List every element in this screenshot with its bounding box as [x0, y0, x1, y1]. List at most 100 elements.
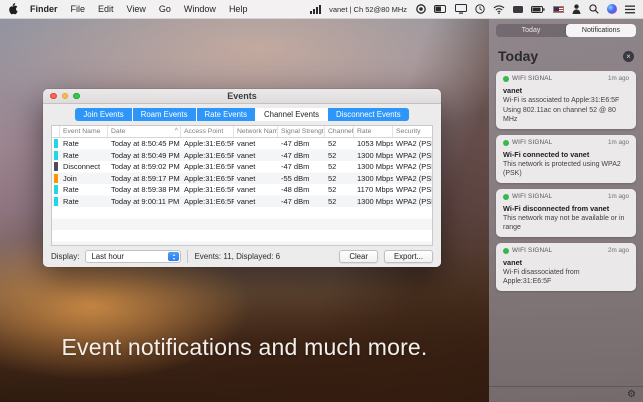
export-button[interactable]: Export... — [384, 250, 433, 263]
header-signal-strength[interactable]: Signal Strength — [278, 126, 325, 137]
wifi-signal-app-icon — [503, 76, 509, 82]
cell-network-name: vanet — [234, 162, 278, 171]
header-channel[interactable]: Channel — [325, 126, 354, 137]
header-access-point[interactable]: Access Point — [181, 126, 234, 137]
apple-menu[interactable] — [8, 3, 18, 15]
search-icon[interactable] — [589, 4, 599, 14]
tab-notifications[interactable]: Notifications — [566, 24, 636, 37]
popup-stepper-icon: ▲▼ — [168, 252, 179, 261]
minimize-button[interactable] — [62, 93, 69, 100]
notification-center-footer: ⚙ — [489, 386, 643, 402]
wifi-status-text[interactable]: vanet | Ch 52@80 MHz — [329, 5, 407, 14]
app-rect-icon[interactable] — [513, 6, 523, 13]
tab-join-events[interactable]: Join Events — [75, 108, 132, 121]
cell-security: WPA2 (PSK) — [393, 174, 432, 183]
menu-item-go[interactable]: Go — [159, 4, 171, 14]
header-rate[interactable]: Rate — [354, 126, 393, 137]
table-body: Rate Today at 8:50:45 PM Apple:31:E6:5F … — [52, 138, 432, 245]
header-security[interactable]: Security — [393, 126, 432, 137]
us-flag-icon[interactable] — [553, 6, 564, 13]
notification-center-icon[interactable] — [625, 5, 635, 14]
zoom-button[interactable] — [73, 93, 80, 100]
siri-icon[interactable] — [607, 4, 617, 14]
cell-rate: 1300 Mbps — [354, 151, 393, 160]
cell-access-point: Apple:31:E6:5F — [181, 162, 234, 171]
window-titlebar[interactable]: Events — [43, 89, 441, 104]
cell-network-name: vanet — [234, 197, 278, 206]
desktop-wallpaper: Finder File Edit View Go Window Help van… — [0, 0, 643, 402]
event-color-tag — [54, 197, 58, 206]
cell-event-name: Disconnect — [60, 162, 108, 171]
wifi-signal-app-icon — [503, 248, 509, 254]
clock-icon[interactable] — [475, 4, 485, 14]
notification-app-name: WIFI SIGNAL — [512, 75, 552, 82]
settings-gear-icon[interactable]: ⚙ — [627, 390, 636, 400]
cell-signal-strength: -55 dBm — [278, 174, 325, 183]
event-color-tag — [54, 151, 58, 160]
header-date[interactable]: Date^ — [108, 126, 181, 137]
header-event-name[interactable]: Event Name — [60, 126, 108, 137]
cell-network-name: vanet — [234, 151, 278, 160]
menu-item-window[interactable]: Window — [184, 4, 216, 14]
cell-event-name: Rate — [60, 151, 108, 160]
cell-rate: 1300 Mbps — [354, 197, 393, 206]
user-icon[interactable] — [572, 4, 581, 14]
tab-roam-events[interactable]: Roam Events — [133, 108, 197, 121]
cell-channel: 52 — [325, 174, 354, 183]
record-icon[interactable] — [416, 4, 426, 14]
table-row[interactable]: Rate Today at 8:50:45 PM Apple:31:E6:5F … — [52, 138, 432, 150]
cell-channel: 52 — [325, 139, 354, 148]
cell-channel: 52 — [325, 185, 354, 194]
tab-channel-events[interactable]: Channel Events — [256, 108, 328, 121]
cell-access-point: Apple:31:E6:5F — [181, 197, 234, 206]
cell-event-name: Join — [60, 174, 108, 183]
clear-button[interactable]: Clear — [339, 250, 378, 263]
notification-card[interactable]: WIFI SIGNAL 1m ago Wi-Fi connected to va… — [496, 135, 636, 183]
cell-event-name: Rate — [60, 197, 108, 206]
close-button[interactable] — [50, 93, 57, 100]
table-row[interactable]: Rate Today at 8:50:49 PM Apple:31:E6:5F … — [52, 150, 432, 162]
cell-network-name: vanet — [234, 185, 278, 194]
wifi-icon[interactable] — [493, 5, 505, 14]
menu-item-file[interactable]: File — [71, 4, 86, 14]
clear-section-icon[interactable]: × — [623, 51, 634, 62]
table-row[interactable]: Disconnect Today at 8:59:02 PM Apple:31:… — [52, 161, 432, 173]
tab-rate-events[interactable]: Rate Events — [197, 108, 256, 121]
menu-item-finder[interactable]: Finder — [30, 4, 58, 14]
table-row[interactable]: Rate Today at 9:00:11 PM Apple:31:E6:5F … — [52, 196, 432, 208]
notification-card[interactable]: WIFI SIGNAL 1m ago vanet Wi-Fi is associ… — [496, 71, 636, 129]
notification-center: Today Notifications Today × WIFI SIGNAL … — [489, 19, 643, 402]
battery-app-icon[interactable] — [434, 5, 447, 13]
notification-card[interactable]: WIFI SIGNAL 1m ago Wi-Fi disconnected fr… — [496, 189, 636, 237]
notification-card[interactable]: WIFI SIGNAL 2m ago vanet Wi-Fi disassoci… — [496, 243, 636, 291]
menu-item-help[interactable]: Help — [229, 4, 248, 14]
today-section-header: Today × — [498, 48, 634, 64]
cell-signal-strength: -47 dBm — [278, 197, 325, 206]
event-color-tag — [54, 139, 58, 148]
notification-title: vanet — [503, 258, 629, 267]
wifi-signal-app-icon — [503, 194, 509, 200]
cell-signal-strength: -47 dBm — [278, 162, 325, 171]
battery-icon[interactable] — [531, 6, 545, 13]
tab-today[interactable]: Today — [496, 24, 566, 37]
table-row[interactable]: Rate Today at 8:59:38 PM Apple:31:E6:5F … — [52, 184, 432, 196]
cell-date: Today at 8:50:49 PM — [108, 151, 181, 160]
table-row[interactable]: Join Today at 8:59:17 PM Apple:31:E6:5F … — [52, 173, 432, 185]
notification-title: vanet — [503, 86, 629, 95]
cell-signal-strength: -47 dBm — [278, 139, 325, 148]
display-icon[interactable] — [455, 4, 467, 14]
cell-date: Today at 8:59:17 PM — [108, 174, 181, 183]
cell-access-point: Apple:31:E6:5F — [181, 151, 234, 160]
signal-bars-icon[interactable] — [310, 5, 321, 14]
menu-item-edit[interactable]: Edit — [98, 4, 114, 14]
menu-bar: Finder File Edit View Go Window Help van… — [0, 0, 643, 19]
event-color-tag — [54, 174, 58, 183]
tab-disconnect-events[interactable]: Disconnect Events — [328, 108, 409, 121]
notification-body-2: Using 802.11ac on channel 52 @ 80 MHz — [503, 107, 629, 125]
menu-item-view[interactable]: View — [127, 4, 146, 14]
header-network-name[interactable]: Network Name — [234, 126, 278, 137]
display-popup[interactable]: Last hour ▲▼ — [85, 250, 181, 263]
wifi-signal-app-icon — [503, 140, 509, 146]
cell-date: Today at 8:50:45 PM — [108, 139, 181, 148]
header-tag-column — [52, 126, 60, 137]
